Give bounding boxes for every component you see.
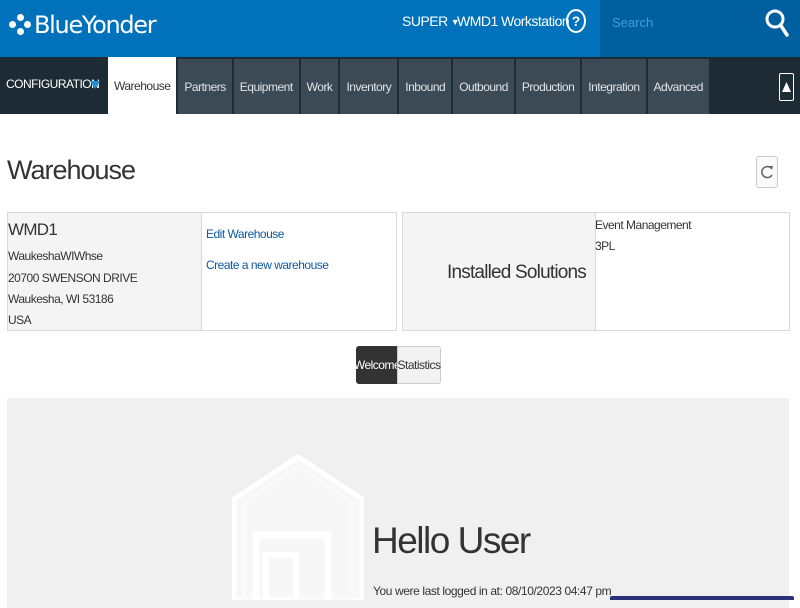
notification-tab[interactable] (610, 596, 794, 600)
configuration-caret-icon[interactable] (90, 80, 100, 89)
warehouse-icon (232, 455, 364, 600)
warehouse-address-panel: WMD1 WaukeshaWIWhse 20700 SWENSON DRIVE … (8, 213, 202, 330)
warehouse-code: WMD1 (8, 220, 58, 239)
tab-production[interactable]: Production (515, 59, 581, 114)
last-login-text: You were last logged in at: 08/10/2023 0… (373, 584, 612, 598)
brand-mark-icon (9, 11, 31, 39)
brand-name: BlueYonder (34, 11, 157, 39)
user-menu-label: SUPER (402, 13, 448, 29)
tab-work[interactable]: Work (300, 59, 339, 114)
tab-warehouse[interactable]: Warehouse (108, 57, 177, 114)
nav-tabs: Warehouse Partners Equipment Work Invent… (108, 57, 709, 114)
warehouse-card: WMD1 WaukeshaWIWhse 20700 SWENSON DRIVE … (7, 212, 397, 331)
warehouse-country: USA (8, 313, 32, 327)
page-title: Warehouse (7, 155, 136, 185)
main-nav: CONFIGURATION Warehouse Partners Equipme… (0, 57, 800, 114)
hello-greeting: Hello User (372, 520, 531, 561)
refresh-icon (761, 165, 773, 179)
user-menu[interactable]: SUPER ▼ (402, 10, 460, 32)
warehouse-city: Waukesha, WI 53186 (8, 292, 114, 306)
configuration-menu[interactable]: CONFIGURATION (6, 77, 100, 91)
edit-warehouse-link[interactable]: Edit Warehouse (206, 227, 284, 241)
warehouse-selector[interactable]: WMD1 (457, 10, 498, 32)
installed-solutions-title: Installed Solutions (447, 262, 587, 283)
welcome-panel (7, 398, 789, 608)
search-icon[interactable] (765, 5, 789, 41)
refresh-button[interactable] (756, 156, 778, 188)
tab-integration[interactable]: Integration (582, 59, 646, 114)
solution-item: Event Management (595, 218, 692, 232)
triangle-up-icon (782, 82, 791, 92)
installed-solutions-card: Installed Solutions Event Management 3PL (402, 212, 790, 331)
top-bar: BlueYonder SUPER ▼ WMD1 Workstation ? (0, 0, 800, 57)
workstation-link[interactable]: Workstation (501, 10, 570, 32)
collapse-nav-toggle[interactable] (779, 73, 794, 101)
tab-outbound[interactable]: Outbound (453, 59, 514, 114)
create-warehouse-link[interactable]: Create a new warehouse (206, 258, 329, 272)
search-input[interactable] (610, 10, 754, 34)
warehouse-street: 20700 SWENSON DRIVE (8, 271, 138, 285)
installed-solutions-panel: Installed Solutions (403, 213, 596, 330)
tab-advanced[interactable]: Advanced (647, 59, 709, 114)
tab-inventory[interactable]: Inventory (340, 59, 398, 114)
solution-item: 3PL (595, 239, 615, 253)
tab-partners[interactable]: Partners (178, 59, 232, 114)
help-icon[interactable]: ? (566, 9, 586, 33)
tab-equipment[interactable]: Equipment (233, 59, 299, 114)
tab-inbound[interactable]: Inbound (399, 59, 452, 114)
warehouse-name: WaukeshaWIWhse (8, 249, 103, 263)
statistics-toggle-button[interactable]: Statistics (397, 346, 441, 384)
brand-logo[interactable]: BlueYonder (9, 5, 157, 45)
welcome-toggle-button[interactable]: Welcome (354, 346, 401, 384)
